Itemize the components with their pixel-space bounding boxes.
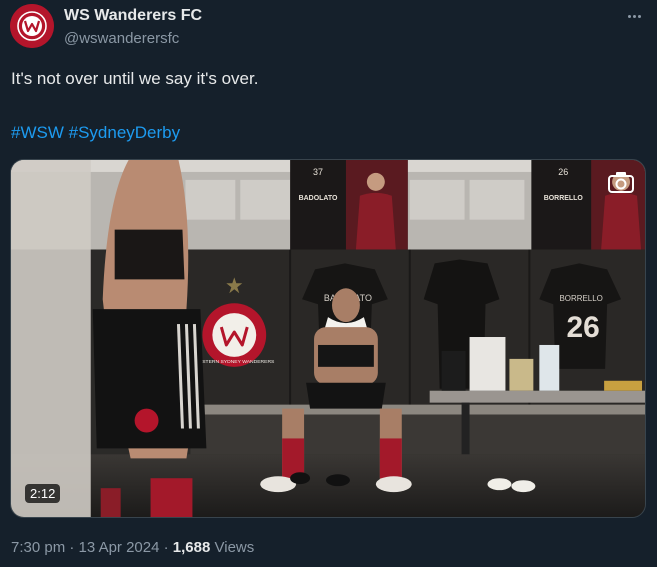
more-options-icon[interactable] [623,6,645,26]
handle[interactable]: @wswanderersfc [64,30,179,47]
banner-name: BADOLATO [299,195,338,202]
tweet-date[interactable]: 13 Apr 2024 [79,539,160,556]
banner-number: 26 [558,167,568,177]
banner-number: 37 [313,167,323,177]
avatar[interactable] [10,4,54,48]
tweet-time[interactable]: 7:30 pm [11,539,65,556]
views-label: Views [214,539,255,556]
tweet-text: It's not over until we say it's over. [11,69,259,88]
separator: · [163,539,169,556]
separator: · [69,539,75,556]
banner-name: BORRELLO [544,195,584,202]
hashtag-link[interactable]: #SydneyDerby [69,123,181,142]
camera-icon [608,172,634,193]
shirt-number: 26 [567,311,600,344]
views-count: 1,688 [172,539,211,556]
shirt-name: BORRELLO [560,294,603,303]
tweet-metadata: 7:30 pm · 13 Apr 2024 · 1,688 Views [11,539,254,556]
video-player[interactable]: 37 BADOLATO 26 BORRELLO WESTERN SYDNEY W… [10,159,646,518]
video-duration: 2:12 [25,484,61,503]
display-name[interactable]: WS Wanderers FC [64,7,202,25]
crest-text: WESTERN SYDNEY WANDERERS [194,359,275,365]
video-frame: 37 BADOLATO 26 BORRELLO WESTERN SYDNEY W… [11,160,645,517]
club-crest-icon [10,4,54,48]
hashtags: #WSW #SydneyDerby [11,122,180,144]
hashtag-link[interactable]: #WSW [11,123,64,142]
